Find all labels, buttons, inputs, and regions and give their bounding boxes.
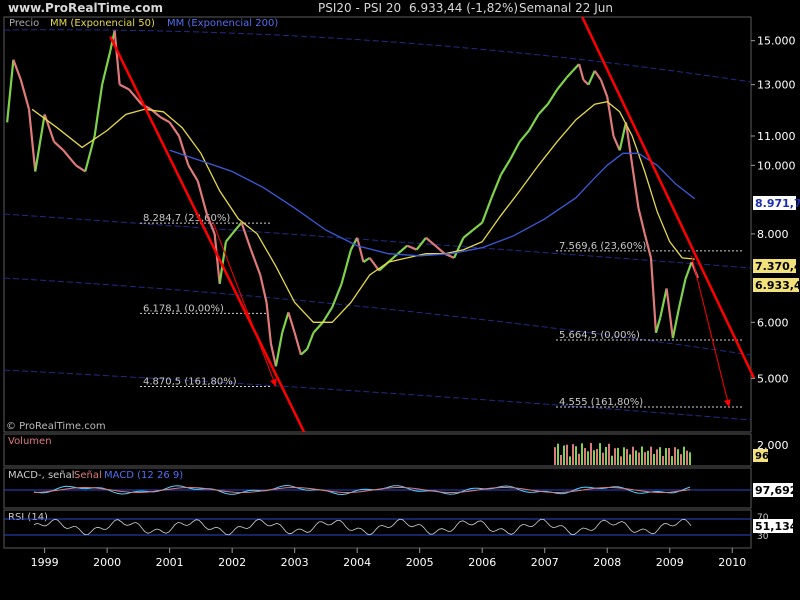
volume-bar (566, 444, 568, 465)
x-tick-label: 1999 (31, 556, 59, 569)
volume-bar (689, 452, 691, 465)
volume-bar (623, 447, 625, 465)
legend-price: Precio (9, 18, 39, 29)
volume-bar (677, 449, 679, 465)
y-axis-ticks: 15.000 13.000 11.000 10.000 8.000 6.000 5.000 (751, 35, 796, 385)
volume-label: Volumen (8, 436, 52, 447)
y-tick-label: 5.000 (757, 372, 789, 385)
volume-bar (644, 452, 646, 465)
x-tick-label: 2002 (218, 556, 246, 569)
y-tick-label: 6.000 (757, 316, 789, 329)
volume-bar (665, 448, 667, 465)
x-tick-label: 2009 (656, 556, 684, 569)
volume-tag: 96 (755, 451, 769, 462)
rsi-tag: 51,134 (755, 520, 798, 533)
volume-bar (635, 450, 637, 465)
volume-bar (608, 443, 610, 465)
volume-bar (584, 448, 586, 465)
tag-last: 6.933,44 (755, 279, 800, 292)
volume-bar (629, 454, 631, 465)
volume-bar (554, 447, 556, 465)
x-tick-label: 2004 (343, 556, 371, 569)
legend-ema200: MM (Exponencial 200) (167, 18, 278, 29)
x-tick-label: 2005 (406, 556, 434, 569)
fib-level-label: 4.555 (161,80%) (559, 397, 643, 408)
volume-bar (578, 453, 580, 465)
volume-bar (674, 447, 676, 465)
x-tick-label: 2007 (531, 556, 559, 569)
volume-bar (614, 448, 616, 465)
macd-label-c: MACD (12 26 9) (104, 470, 183, 481)
x-axis-ticks: 1999 2000 2001 2002 2003 2004 2005 2006 2007 2008… (31, 548, 746, 569)
volume-bar (572, 444, 574, 465)
x-tick-label: 2000 (93, 556, 121, 569)
volume-bar (557, 443, 559, 465)
volume-bar (653, 453, 655, 465)
rsi-label: RSI (14) (8, 512, 48, 523)
rsi-tick-30: 30 (757, 532, 769, 542)
x-tick-label: 2010 (718, 556, 746, 569)
volume-bar (620, 456, 622, 465)
y-tick-label: 8.000 (757, 228, 789, 241)
fib-level-label: 5.664,5 (0,00%) (559, 330, 640, 341)
macd-tag: 97,692 (755, 484, 797, 497)
volume-bar (659, 447, 661, 465)
x-tick-label: 2008 (593, 556, 621, 569)
volume-bar (650, 446, 652, 465)
volume-bar (590, 443, 592, 465)
watermark: © ProRealTime.com (6, 421, 106, 432)
legend-ema50: MM (Exponencial 50) (50, 18, 155, 29)
volume-bar (581, 443, 583, 465)
volume-bar (626, 449, 628, 465)
y-tick-label: 15.000 (757, 35, 796, 48)
fib-level-label: 8.284,7 (23,60%) (143, 213, 230, 224)
volume-bar (638, 452, 640, 465)
volume-bar (611, 455, 613, 465)
volume-bar (605, 446, 607, 465)
x-tick-label: 2001 (156, 556, 184, 569)
volume-bar (587, 451, 589, 465)
volume-bar (602, 452, 604, 465)
volume-bar (632, 446, 634, 465)
tag-ema200: 8.971,7 (755, 197, 800, 210)
macd-label-a: MACD-, señal (8, 470, 75, 481)
volume-bar (671, 456, 673, 465)
volume-bar (686, 450, 688, 465)
volume-bar (662, 455, 664, 465)
fib-level-label: 4.870,5 (161,80%) (143, 376, 237, 387)
volume-bar (599, 443, 601, 465)
volume-bar (575, 446, 577, 465)
y-tick-label: 11.000 (757, 130, 796, 143)
volume-bar (593, 450, 595, 465)
y-tick-label: 10.000 (757, 159, 796, 172)
volume-bar (656, 449, 658, 465)
stock-chart: 8.284,7 (23,60%) 6.178,1 (0,00%) 4.870,5 (… (3, 16, 800, 569)
volume-bar (617, 447, 619, 465)
volume-bar (647, 450, 649, 465)
rsi-panel (3, 509, 752, 549)
tag-ema50: 7.370,4 (755, 260, 800, 273)
volume-bar (560, 454, 562, 465)
volume-bar (680, 454, 682, 465)
volume-bar (668, 448, 670, 465)
volume-bar (683, 446, 685, 465)
fib-level-label: 6.178,1 (0,00%) (143, 303, 224, 314)
fib-level-label: 7.569,6 (23,60%) (559, 241, 646, 252)
volume-bar (596, 448, 598, 465)
volume-bar (569, 456, 571, 465)
y-tick-label: 13.000 (757, 79, 796, 92)
macd-label-b: Señal (74, 470, 102, 481)
x-tick-label: 2006 (468, 556, 496, 569)
price-panel (3, 16, 752, 433)
x-tick-label: 2003 (281, 556, 309, 569)
volume-bar (641, 446, 643, 465)
volume-bar (563, 445, 565, 465)
